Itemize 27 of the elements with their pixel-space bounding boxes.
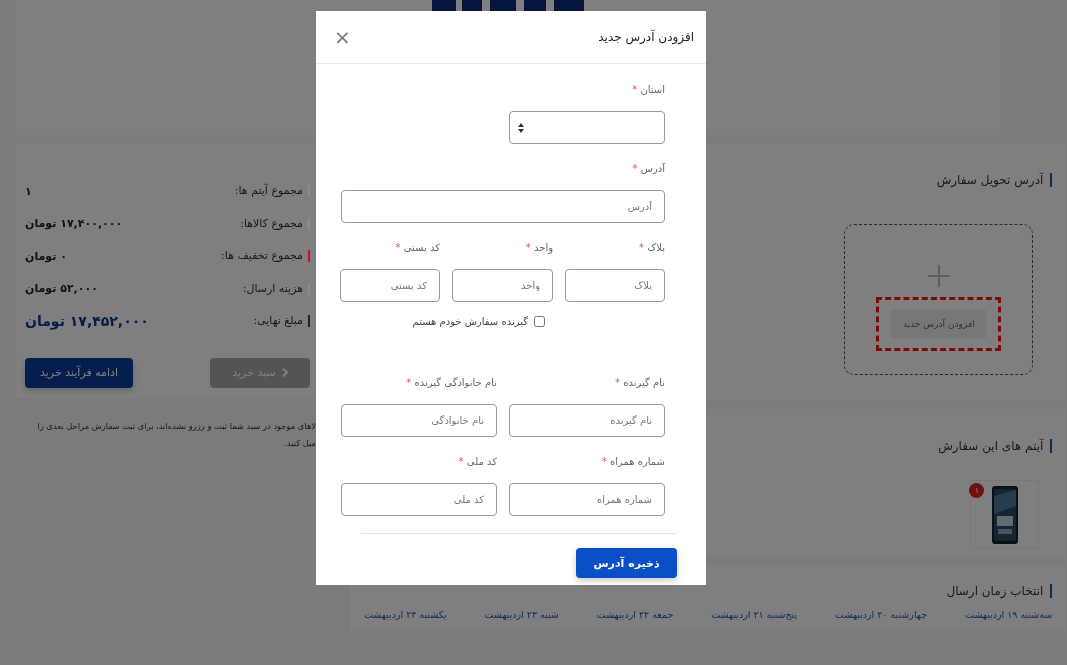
field-label: نام خانوادگی گیرنده * (405, 376, 497, 390)
summary-label: مبلغ نهایی: (253, 315, 303, 328)
quantity-badge: ۱ (969, 483, 985, 498)
field-label: شماره همراه * (600, 455, 665, 469)
field-label: واحد * (524, 241, 553, 256)
total-amount: ۱۷,۴۵۲,۰۰۰ تومان (25, 313, 149, 330)
note-text: میل کنید. (283, 436, 316, 450)
summary-label: مجموع تخفیف ها: (221, 250, 303, 263)
field-label: استان * (631, 83, 665, 97)
summary-label: مجموع کالاها: (240, 217, 303, 230)
field-label: کد پستی * (394, 241, 440, 256)
summary-value: ۱ (25, 184, 32, 198)
summary-value: ۱۷,۴۰۰,۰۰۰ تومان (25, 217, 123, 231)
section-heading: انتخاب زمان ارسال (946, 584, 1053, 598)
summary-label: مجموع آیتم ها: (234, 185, 303, 198)
checkbox-label: گیرنده سفارش خودم هستم (412, 316, 528, 327)
section-heading: آدرس تحویل سفارش (936, 173, 1053, 187)
field-label: نام گیرنده * (614, 376, 665, 390)
field-label: کد ملی * (457, 455, 497, 469)
field-label: پلاک * (638, 241, 665, 256)
summary-label: هزینه ارسال: (242, 282, 303, 295)
field-label: آدرس * (631, 161, 665, 176)
note-text: لاهای موجود در سبد شما ثبت و رزرو نشده‌اند، برای ثبت سفارش مراحل بعدی را (36, 419, 316, 433)
summary-value: ۵۲,۰۰۰ تومان (25, 282, 98, 296)
section-heading: آیتم های این سفارش (938, 439, 1053, 453)
summary-value: ۰ تومان (25, 249, 67, 263)
dialog-title: افزودن آدرس جدید (598, 30, 694, 44)
